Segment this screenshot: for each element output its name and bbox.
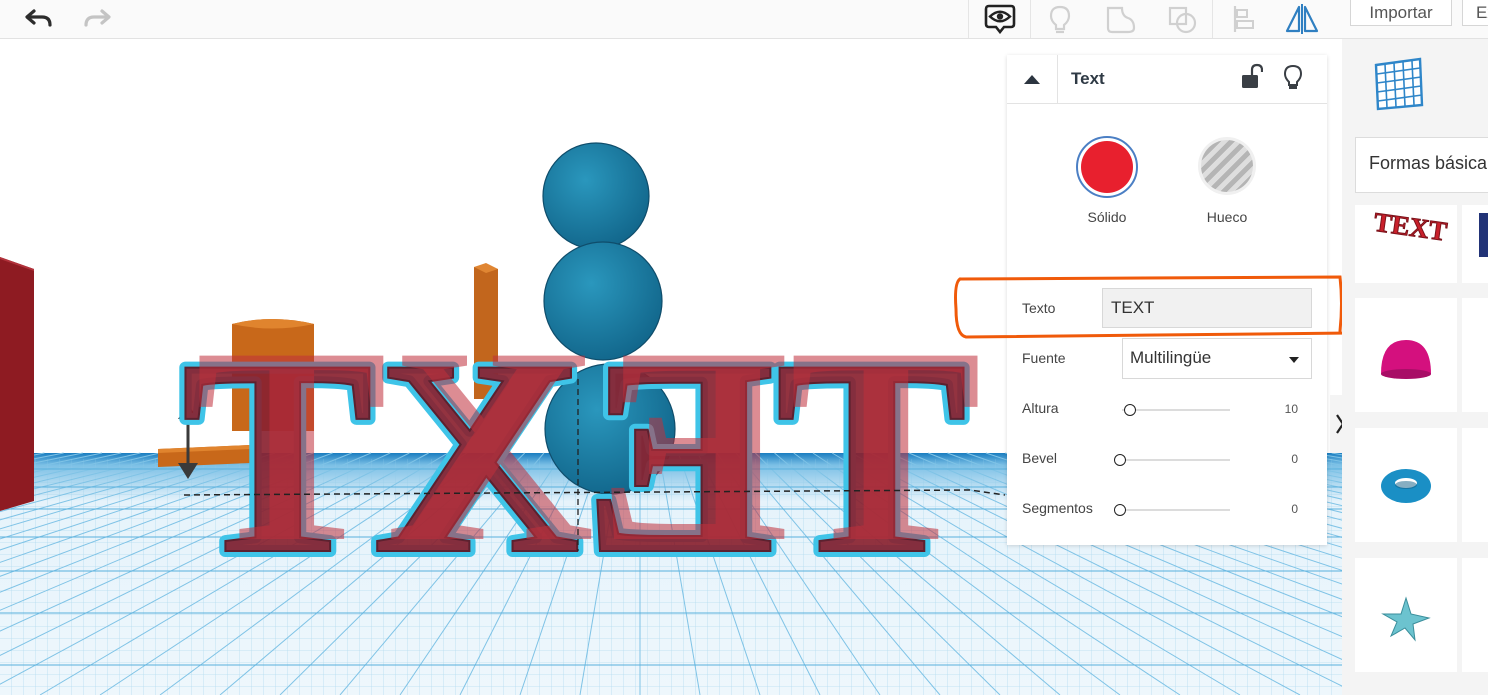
- collapse-inspector-button[interactable]: [1007, 55, 1058, 103]
- shape-card-partial[interactable]: [1462, 428, 1488, 542]
- redo-button[interactable]: [76, 0, 118, 38]
- texto-label: Texto: [1022, 300, 1056, 316]
- ungroup-button[interactable]: [1160, 0, 1206, 38]
- undo-icon: [25, 9, 52, 27]
- ungroup-icon: [1168, 6, 1197, 34]
- lock-button[interactable]: [1239, 63, 1264, 93]
- segmentos-slider-knob[interactable]: [1114, 504, 1126, 516]
- mirror-icon: [1285, 4, 1319, 34]
- hole-swatch[interactable]: [1201, 140, 1253, 192]
- bevel-slider-track[interactable]: [1114, 459, 1230, 461]
- caret-up-icon: [1024, 75, 1040, 84]
- workplane-grid-icon: [1374, 57, 1424, 111]
- group-icon: [1106, 6, 1136, 34]
- mirrored-text-object[interactable]: TEXT TEXT TEXT: [174, 290, 982, 619]
- text-shape-card[interactable]: TEXT: [1355, 205, 1457, 283]
- svg-text:TEXT: TEXT: [1372, 207, 1449, 247]
- eye-icon: [984, 4, 1016, 34]
- altura-value[interactable]: 10: [1268, 402, 1298, 416]
- align-icon: [1233, 6, 1254, 32]
- bevel-slider-knob[interactable]: [1114, 454, 1126, 466]
- svg-text:TEXT: TEXT: [195, 290, 982, 600]
- caret-down-icon: [1289, 357, 1299, 363]
- shape-category-dropdown[interactable]: Formas básica: [1355, 137, 1488, 193]
- bevel-label: Bevel: [1022, 450, 1058, 466]
- texto-input[interactable]: TEXT: [1102, 288, 1312, 328]
- bevel-value[interactable]: 0: [1268, 452, 1298, 466]
- shape-category-label: Formas básica: [1369, 153, 1488, 173]
- segmentos-value[interactable]: 0: [1268, 502, 1298, 516]
- lightbulb-icon: [1049, 5, 1071, 34]
- group-button[interactable]: [1098, 0, 1144, 38]
- fuente-label: Fuente: [1022, 350, 1066, 366]
- align-button[interactable]: [1222, 0, 1266, 38]
- altura-slider-track[interactable]: [1122, 409, 1230, 411]
- hide-button[interactable]: [1040, 0, 1080, 38]
- inspector-header: Text: [1007, 55, 1327, 104]
- solid-label: Sólido: [1087, 209, 1127, 225]
- import-button[interactable]: Importar: [1350, 0, 1452, 26]
- lightbulb-icon: [1283, 64, 1303, 89]
- star-icon: [1381, 596, 1431, 642]
- hole-label: Hueco: [1206, 209, 1248, 225]
- red-box-object[interactable]: [0, 257, 34, 511]
- shape-card-partial[interactable]: [1462, 205, 1488, 283]
- segmentos-slider-track[interactable]: [1114, 509, 1230, 511]
- star-shape-card[interactable]: [1355, 558, 1457, 672]
- hide-shape-button[interactable]: [1281, 63, 1305, 93]
- solid-color-swatch[interactable]: [1076, 136, 1138, 198]
- redo-icon: [84, 9, 111, 27]
- undo-button[interactable]: [18, 0, 60, 38]
- solid-color-fill: [1081, 141, 1133, 193]
- torus-shape-card[interactable]: [1355, 428, 1457, 542]
- text-shape-icon: TEXT: [1371, 206, 1449, 247]
- shape-card-partial[interactable]: [1462, 298, 1488, 412]
- altura-label: Altura: [1022, 400, 1059, 416]
- blue-shape-thumbnail: [1479, 213, 1488, 257]
- mirror-button[interactable]: [1278, 0, 1326, 38]
- altura-slider-knob[interactable]: [1124, 404, 1136, 416]
- export-button[interactable]: Ex: [1462, 0, 1488, 26]
- torus-icon: [1381, 469, 1431, 503]
- segmentos-label: Segmentos: [1022, 500, 1093, 516]
- unlock-icon: [1242, 63, 1264, 88]
- fuente-select[interactable]: Multilingüe: [1122, 338, 1312, 379]
- shape-card-partial[interactable]: [1462, 558, 1488, 672]
- half-sphere-icon: [1381, 340, 1431, 379]
- show-all-button[interactable]: [978, 0, 1022, 38]
- inspector-title: Text: [1071, 69, 1105, 88]
- half-sphere-shape-card[interactable]: [1355, 298, 1457, 412]
- top-toolbar: Importar Ex: [0, 0, 1488, 39]
- workplane-button[interactable]: [1372, 57, 1426, 111]
- fuente-select-value: Multilingüe: [1130, 348, 1212, 367]
- shape-inspector-panel: Text Sólido Hueco Texto TEXT Fuente Mult…: [1007, 55, 1327, 545]
